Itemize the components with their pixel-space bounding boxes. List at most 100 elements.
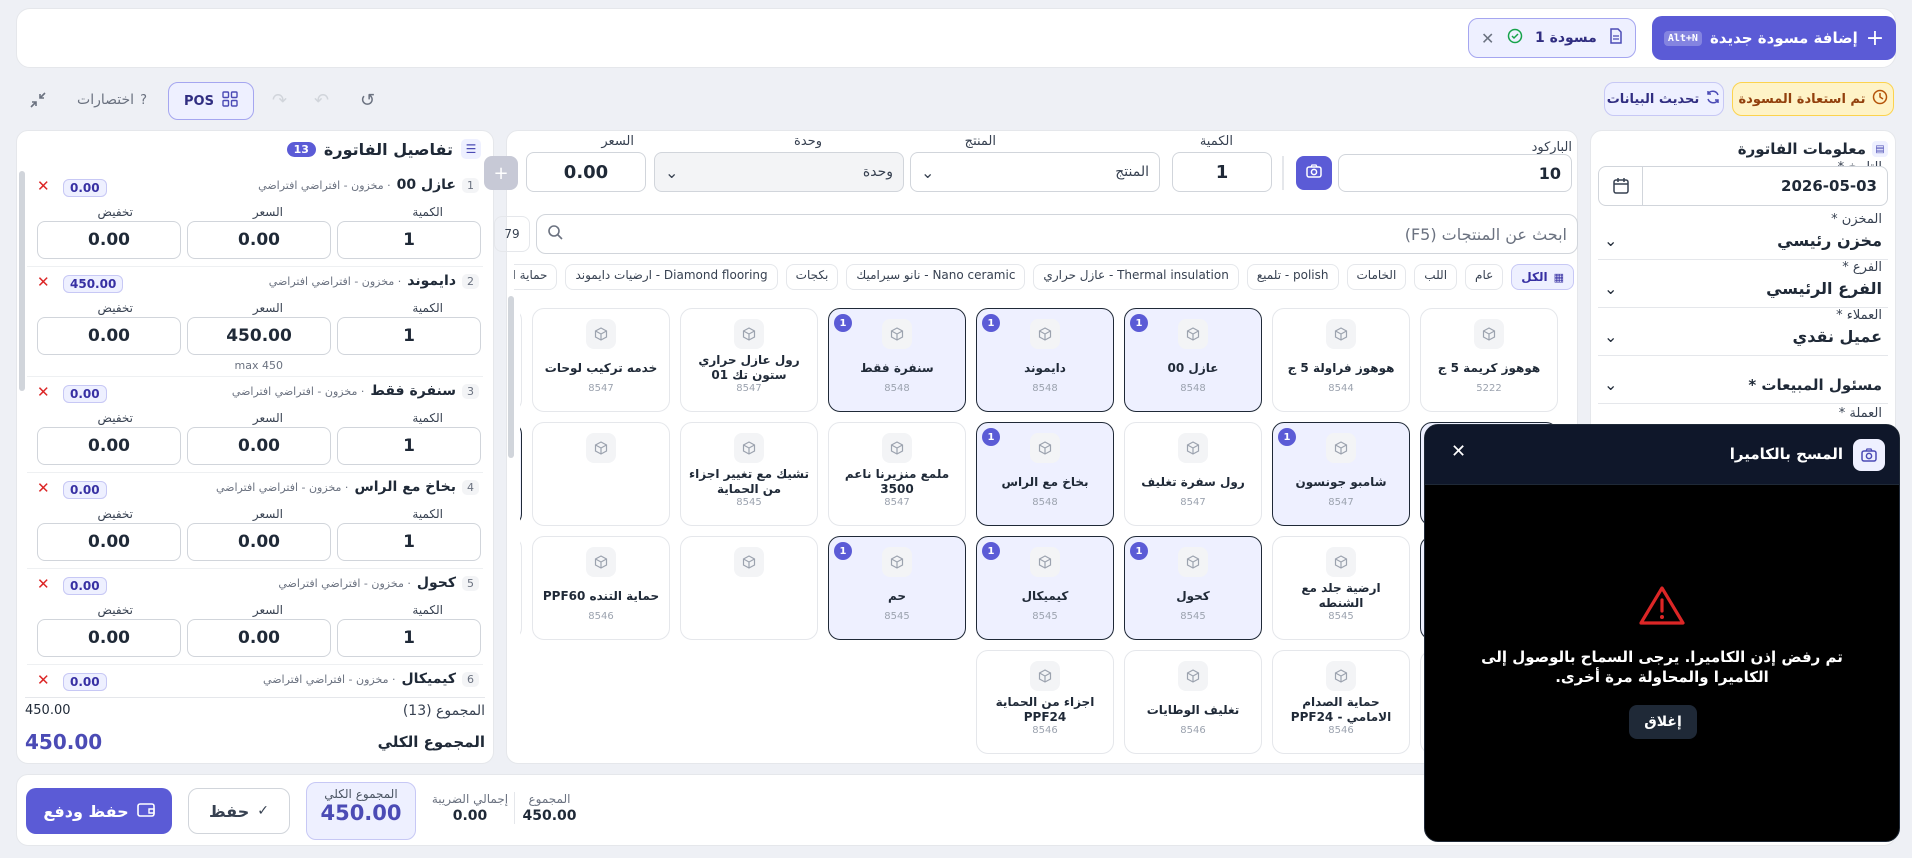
qty-input[interactable]: 1 (337, 221, 481, 259)
warehouse-select[interactable]: مخزن رئيسي ⌄ (1598, 222, 1888, 260)
product-card[interactable]: سكويجى حماية وسط85451 (520, 422, 522, 526)
product-card[interactable]: اجزاء من الحماية PPF24 8546 (976, 650, 1114, 754)
product-card[interactable]: حماية التنده PPF60 8546 (532, 536, 670, 640)
remove-item-icon[interactable]: ✕ (37, 177, 50, 195)
discount-input[interactable]: 0.00 (37, 221, 181, 259)
new-draft-button[interactable]: + إضافة مسودة جديدة Alt+N (1652, 16, 1896, 60)
price-input[interactable]: 0.00 (526, 152, 646, 192)
add-item-button[interactable]: + (484, 156, 518, 190)
undo-icon[interactable]: ↶ (314, 90, 329, 111)
product-card[interactable]: سنفرة فقط 8548 1 (828, 308, 966, 412)
product-card[interactable]: خدمه تركيب لوحات 8547 (532, 308, 670, 412)
qty-input[interactable]: 1 (337, 619, 481, 657)
product-card[interactable]: ارضية جلد مع الشنطه 8545 (1272, 536, 1410, 640)
product-card[interactable]: بخاخ مع الراس 8548 1 (976, 422, 1114, 526)
qty-input[interactable]: 1 (337, 523, 481, 561)
customer-select[interactable]: عميل نقدي ⌄ (1598, 318, 1888, 356)
calendar-icon[interactable] (1599, 167, 1643, 205)
category-chip[interactable]: Nano ceramic - نانو سيراميك (846, 264, 1026, 290)
product-card[interactable]: كيميكال 8545 1 (976, 536, 1114, 640)
invoice-details-panel: ☰ تفاصيل الفاتورة 13 1 عازل 00 · مخزون -… (16, 130, 494, 764)
discount-input[interactable]: 0.00 (37, 317, 181, 355)
qty-input[interactable]: 1 (1172, 152, 1272, 192)
remove-item-icon[interactable]: ✕ (37, 479, 50, 497)
discount-col-label: تخفيض (97, 411, 133, 425)
price-input[interactable]: 450.00 (187, 317, 331, 355)
item-name: بخاخ مع الراس (354, 479, 456, 495)
product-card[interactable]: ملمع منزيرنا ناعم 3500 8547 (828, 422, 966, 526)
close-modal-icon[interactable]: ✕ (1451, 441, 1466, 462)
category-chip[interactable]: Diamond flooring - ارضيات دايموند (565, 264, 778, 290)
price-input[interactable]: 0.00 (187, 523, 331, 561)
discount-input[interactable]: 0.00 (37, 523, 181, 561)
date-input[interactable]: 2026-05-03 (1598, 166, 1888, 206)
close-draft-icon[interactable]: ✕ (1481, 29, 1494, 48)
box-icon (734, 319, 764, 349)
price-input[interactable]: 0.00 (187, 619, 331, 657)
product-card[interactable]: تشيك مع تغيير اجزاء من الحماية 8545 (680, 422, 818, 526)
save-and-pay-button[interactable]: حفظ ودفع (26, 788, 172, 834)
product-search-input[interactable]: ابحث عن المنتجات (F5) (536, 214, 1578, 254)
product-card[interactable]: هوهوز كريمة 5 ج 5222 (1420, 308, 1558, 412)
product-card[interactable]: رول عازل حراري ستون تك 01 8547 (680, 308, 818, 412)
item-total: 0.00 (63, 385, 107, 403)
discount-input[interactable]: 0.00 (37, 427, 181, 465)
product-card[interactable]: حم 8545 1 (828, 536, 966, 640)
product-card[interactable] (680, 536, 818, 640)
reset-icon[interactable]: ↺ (360, 90, 375, 111)
item-name: عازل 00 (396, 177, 456, 193)
category-chip[interactable]: الخامات (1346, 264, 1407, 290)
products-scrollbar[interactable] (508, 296, 514, 458)
close-modal-button[interactable]: إغلاق (1629, 705, 1697, 739)
product-card[interactable]: هوهوز فراولة 5 ج 8544 (1272, 308, 1410, 412)
product-card[interactable]: تغليف الوطايات 8546 (1124, 650, 1262, 754)
product-card[interactable]: كحول 8545 1 (1124, 536, 1262, 640)
sales-rep-select[interactable]: مسئول المبيعات * ⌄ (1598, 366, 1888, 404)
product-card[interactable] (520, 308, 522, 412)
product-qty-badge: 1 (982, 428, 1000, 446)
save-button[interactable]: ✓ حفظ (188, 788, 290, 834)
price-input[interactable]: 0.00 (187, 221, 331, 259)
product-card[interactable] (532, 422, 670, 526)
shortcuts-button[interactable]: ? اختصارات (70, 84, 154, 116)
category-chip[interactable]: اللب (1414, 264, 1458, 290)
product-card[interactable]: رول سفرة تغليف 8547 (1124, 422, 1262, 526)
unit-select[interactable]: وحدة ⌄ (654, 152, 904, 192)
product-card[interactable]: حماية الصدام الامامي - PPF24 8546 (1272, 650, 1410, 754)
category-chip[interactable]: بكجات (785, 264, 839, 290)
product-card[interactable]: عازل 00 8548 1 (1124, 308, 1262, 412)
category-chip[interactable]: عام (1465, 264, 1504, 290)
qty-input[interactable]: 1 (337, 317, 481, 355)
refresh-data-button[interactable]: تحديث البيانات (1604, 82, 1724, 116)
price-col-label: السعر (252, 205, 283, 219)
product-card[interactable]: دايموند 8548 1 (976, 308, 1114, 412)
remove-item-icon[interactable]: ✕ (37, 273, 50, 291)
remove-item-icon[interactable]: ✕ (37, 575, 50, 593)
pos-button[interactable]: POS (168, 82, 254, 120)
price-col-label: السعر (252, 411, 283, 425)
divider (1282, 156, 1284, 190)
qty-input[interactable]: 1 (337, 427, 481, 465)
category-chip[interactable]: حماية ال (514, 264, 558, 290)
category-chip-all[interactable]: ▦ الكل (1511, 264, 1574, 290)
draft-tab[interactable]: مسودة 1 ✕ (1468, 18, 1636, 58)
category-chip[interactable]: Thermal insulation - عازل حراري (1033, 264, 1239, 290)
barcode-input[interactable]: 10 (1338, 154, 1572, 192)
discount-input[interactable]: 0.00 (37, 619, 181, 657)
product-card[interactable]: شامبو جونسون 8547 1 (1272, 422, 1410, 526)
redo-icon[interactable]: ↷ (272, 90, 287, 111)
remove-item-icon[interactable]: ✕ (37, 383, 50, 401)
collapse-icon[interactable] (26, 90, 48, 112)
item-meta: · مخزون - افتراضي افتراضي (215, 480, 349, 494)
category-chip[interactable]: polish - تلميع (1246, 264, 1339, 290)
price-input[interactable]: 0.00 (187, 427, 331, 465)
camera-scan-button[interactable] (1296, 156, 1332, 190)
product-code: 8546 (1328, 725, 1354, 736)
product-select[interactable]: المنتج ⌄ (910, 152, 1160, 192)
footer-grand-total: المجموع الكلي 450.00 (306, 782, 416, 840)
remove-item-icon[interactable]: ✕ (37, 671, 50, 689)
branch-select[interactable]: الفرع الرئيسي ⌄ (1598, 270, 1888, 308)
product-name: عازل 00 (1167, 360, 1219, 375)
product-card[interactable]: تشيك8546 (520, 536, 522, 640)
scrollbar[interactable] (19, 171, 25, 391)
